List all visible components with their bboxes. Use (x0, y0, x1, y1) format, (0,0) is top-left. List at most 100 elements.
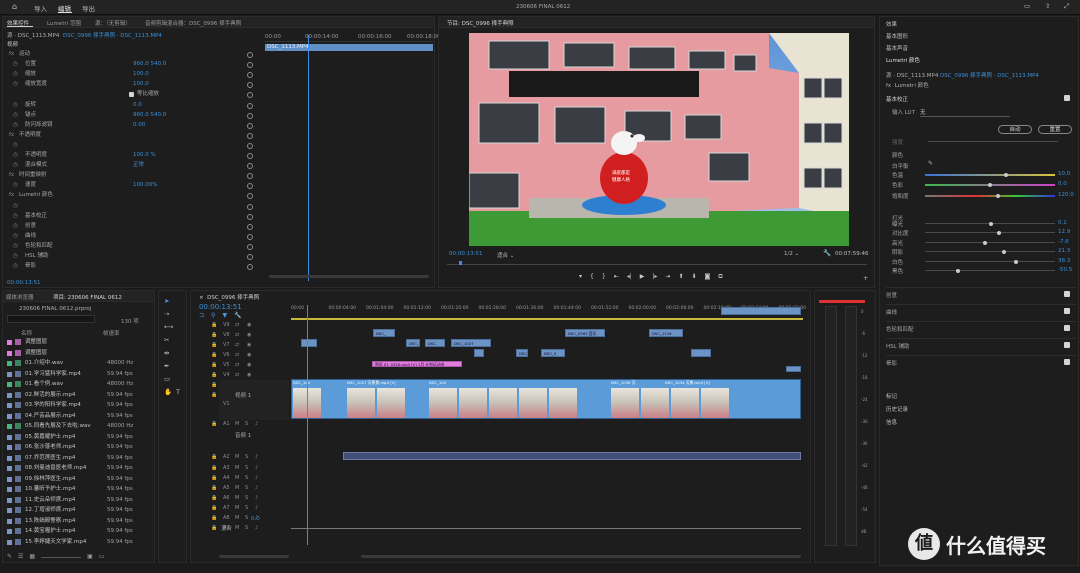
slider-value[interactable]: 12.9 (1058, 229, 1070, 235)
fit-dropdown[interactable]: 适合 ⌄ (497, 251, 514, 259)
tab-audio-mixer[interactable]: 音频剪辑混合器：DSC_0996 择手典照 (145, 19, 241, 27)
sync-icon[interactable]: ⇄ (235, 352, 239, 358)
list-item[interactable]: 06.张沙蓬老师.mp4 59.94 fps (7, 443, 152, 451)
reset-icon[interactable] (247, 102, 253, 109)
list-item[interactable]: 13.陈嫣殿警察.mp4 59.94 fps (7, 517, 152, 525)
reset-button[interactable]: 重置 (1038, 125, 1072, 134)
vignette-row[interactable]: 晕影 (886, 355, 1076, 367)
slider-knob[interactable] (989, 221, 994, 226)
reset-icon[interactable] (247, 72, 253, 79)
stopwatch-icon[interactable]: ◷ (13, 243, 18, 251)
hsl-checkbox[interactable] (1064, 342, 1070, 348)
stopwatch-icon[interactable]: ◷ (13, 81, 18, 89)
reset-icon[interactable] (247, 142, 253, 149)
slider-value[interactable]: -7.6 (1058, 239, 1069, 245)
stopwatch-icon[interactable]: ◷ (13, 162, 18, 170)
effect-param-value[interactable]: 960.0 540.0 (133, 112, 166, 120)
curves-row[interactable]: 曲线 (886, 304, 1076, 316)
mute-button[interactable]: M (235, 421, 239, 427)
stopwatch-icon[interactable]: ◷ (13, 61, 18, 69)
mute-button[interactable]: M (235, 485, 239, 491)
timeline-clip[interactable] (301, 339, 317, 347)
goto-out-icon[interactable]: ⇥ (665, 273, 670, 283)
list-item[interactable]: 12.丁增淑师席.mp4 59.94 fps (7, 506, 152, 514)
home-icon[interactable]: ⌂ (12, 2, 17, 11)
track-select-icon[interactable]: ⇢ (164, 310, 169, 318)
nav-import[interactable]: 导入 (34, 3, 47, 13)
intensity-slider[interactable] (928, 141, 1058, 142)
eye-icon[interactable]: ◉ (247, 332, 251, 338)
linked-icon[interactable]: ⚲ (211, 312, 215, 319)
timeline-tab[interactable]: × DSC_0996 择手典照 (199, 293, 259, 301)
lock-icon[interactable]: 🔒 (211, 525, 217, 531)
solo-button[interactable]: S (245, 495, 248, 501)
timeline-zoom-bar[interactable] (361, 555, 801, 558)
ripple-edit-icon[interactable]: ⟷ (164, 323, 173, 331)
list-item[interactable]: 14.黄宝喔护士.mp4 59.94 fps (7, 527, 152, 535)
hand-tool-icon[interactable]: ✋ (164, 388, 172, 396)
razor-tool-icon[interactable]: ✂ (164, 336, 169, 344)
folder-icon[interactable]: ▭ (99, 553, 105, 560)
slider-knob[interactable] (955, 268, 960, 273)
fx-badge[interactable]: fx (9, 132, 14, 140)
slider-value[interactable]: 120.0 (1058, 192, 1074, 198)
slider-value[interactable]: 10.0 (1058, 171, 1070, 177)
solo-button[interactable]: S (245, 515, 248, 521)
stopwatch-icon[interactable]: ◷ (13, 223, 18, 231)
tab-project[interactable]: 项目: 230606 FINAL 0612 (53, 293, 122, 301)
effect-param-value[interactable]: 100.0 (133, 81, 149, 89)
lut-dropdown[interactable]: 无 (920, 108, 1010, 117)
slider-value[interactable]: 21.3 (1058, 248, 1070, 254)
program-video-frame[interactable]: 满庭都是 健康人格 (469, 33, 849, 246)
mute-button[interactable]: M (235, 505, 239, 511)
goto-in-icon[interactable]: ⇤ (614, 273, 619, 283)
snap-icon[interactable]: ⊐ (199, 312, 204, 319)
reset-icon[interactable] (247, 233, 253, 240)
mute-button[interactable]: M (235, 465, 239, 471)
col-name[interactable]: 名称 (21, 329, 32, 337)
solo-button[interactable]: S (245, 525, 248, 531)
fx-badge[interactable]: fx (9, 192, 14, 200)
effect-param-value[interactable]: 100.0 % (133, 152, 156, 160)
list-item[interactable]: 15.李婷婕天文学家.mp4 59.94 fps (7, 538, 152, 546)
slider-knob[interactable] (995, 193, 1000, 198)
curves-checkbox[interactable] (1064, 308, 1070, 314)
reset-icon[interactable] (247, 243, 253, 250)
effect-param-value[interactable]: 100.00% (133, 182, 157, 190)
basic-enable-checkbox[interactable] (1064, 95, 1070, 101)
lock-icon[interactable]: 🔒 (211, 475, 217, 481)
eye-icon[interactable]: ◉ (247, 322, 251, 328)
lock-icon[interactable]: 🔒 (211, 495, 217, 501)
list-item[interactable]: 03.学的阳科学家.mp4 59.94 fps (7, 401, 152, 409)
reset-icon[interactable] (247, 193, 253, 200)
reset-icon[interactable] (247, 153, 253, 159)
lock-icon[interactable]: 🔒 (211, 392, 217, 398)
stopwatch-icon[interactable]: ◷ (13, 71, 18, 79)
reset-icon[interactable] (247, 112, 253, 119)
list-item[interactable]: 11.史云朵师席.mp4 59.94 fps (7, 496, 152, 504)
col-rate[interactable]: 帧速率 (103, 329, 120, 337)
timeline-clip[interactable]: DSC_0 (541, 349, 565, 357)
step-back-icon[interactable]: ◂| (627, 273, 632, 283)
program-scrub-bar[interactable] (447, 261, 867, 265)
sync-icon[interactable]: ⇄ (235, 372, 239, 378)
reset-icon[interactable] (247, 92, 253, 99)
mic-icon[interactable]: ♪ (255, 485, 258, 491)
v1-header[interactable] (219, 380, 289, 420)
hsl-row[interactable]: HSL 辅助 (886, 338, 1076, 350)
eyedropper-icon[interactable]: ✎ (928, 160, 933, 167)
markers-tab[interactable]: 标记 (886, 392, 897, 400)
timeline-clip[interactable]: DSC_2 (406, 339, 420, 347)
lift-icon[interactable]: ⬆ (678, 273, 683, 283)
menu-essential-sound[interactable]: 基本声音 (886, 44, 908, 52)
effect-param-value[interactable]: 0.00 (133, 122, 145, 130)
reset-icon[interactable] (247, 82, 253, 89)
sync-icon[interactable]: ⇄ (235, 332, 239, 338)
list-item[interactable]: 05.黄嘉耀护士.mp4 59.94 fps (7, 433, 152, 441)
basic-correction-header[interactable]: 基本校正 (886, 95, 908, 103)
slider-knob[interactable] (988, 182, 992, 187)
list-item[interactable]: 04.严芸品展示.mp4 59.94 fps (7, 412, 152, 420)
lock-icon[interactable]: 🔒 (211, 362, 217, 368)
lock-icon[interactable]: 🔒 (211, 382, 217, 388)
work-area-bar[interactable] (291, 318, 803, 320)
